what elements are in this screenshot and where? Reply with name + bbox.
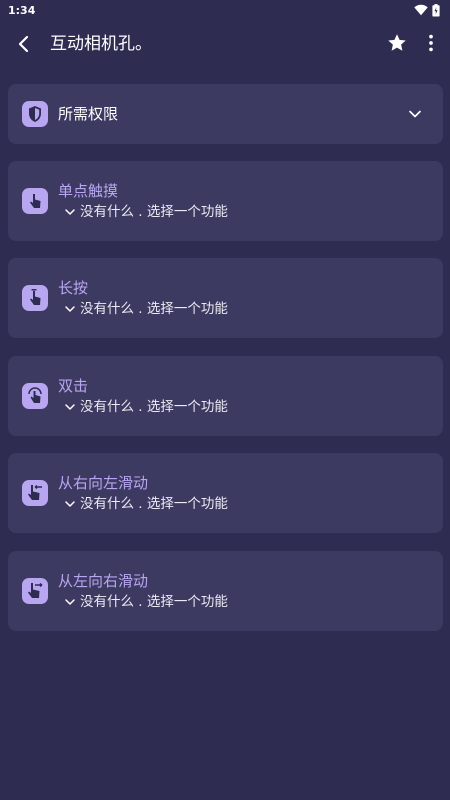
single-tap-icon <box>22 188 48 214</box>
gesture-card-long-press[interactable]: 长按 没有什么 . 选择一个功能 <box>8 258 443 338</box>
more-options-icon[interactable] <box>420 32 442 54</box>
gesture-card-double-tap[interactable]: 双击 没有什么 . 选择一个功能 <box>8 356 443 436</box>
gesture-label: 长按 <box>58 279 89 297</box>
chevron-down-icon[interactable] <box>405 104 425 124</box>
page-title: 互动相机孔。 <box>50 34 152 54</box>
gesture-action-selector[interactable]: 没有什么 . 选择一个功能 <box>62 494 228 514</box>
gesture-action-text: 没有什么 . 选择一个功能 <box>80 496 228 512</box>
gesture-action-text: 没有什么 . 选择一个功能 <box>80 204 228 220</box>
status-icons <box>414 3 440 17</box>
chevron-down-icon <box>65 209 75 215</box>
gesture-card-single-tap[interactable]: 单点触摸 没有什么 . 选择一个功能 <box>8 161 443 241</box>
chevron-down-icon <box>65 599 75 605</box>
gesture-action-text: 没有什么 . 选择一个功能 <box>80 301 228 317</box>
required-permissions-card[interactable]: 所需权限 <box>8 84 443 144</box>
gesture-action-selector[interactable]: 没有什么 . 选择一个功能 <box>62 397 228 417</box>
status-bar: 1:34 <box>0 0 450 20</box>
gesture-action-selector[interactable]: 没有什么 . 选择一个功能 <box>62 592 228 612</box>
gesture-action-selector[interactable]: 没有什么 . 选择一个功能 <box>62 299 228 319</box>
back-arrow-icon[interactable] <box>12 32 36 56</box>
chevron-down-icon <box>65 404 75 410</box>
gesture-label: 单点触摸 <box>58 182 119 200</box>
status-time: 1:34 <box>8 3 36 17</box>
gesture-label: 双击 <box>58 377 89 395</box>
long-press-icon <box>22 285 48 311</box>
chevron-down-icon <box>65 501 75 507</box>
permissions-label: 所需权限 <box>58 105 119 123</box>
star-icon[interactable] <box>386 32 408 54</box>
gesture-card-swipe-right-to-left[interactable]: 从右向左滑动 没有什么 . 选择一个功能 <box>8 453 443 533</box>
chevron-down-icon <box>65 306 75 312</box>
gesture-action-text: 没有什么 . 选择一个功能 <box>80 399 228 415</box>
gesture-label: 从右向左滑动 <box>58 474 149 492</box>
app-bar: 互动相机孔。 <box>0 20 450 68</box>
wifi-icon <box>414 4 428 16</box>
gesture-label: 从左向右滑动 <box>58 572 149 590</box>
swipe-left-icon <box>22 480 48 506</box>
gesture-action-selector[interactable]: 没有什么 . 选择一个功能 <box>62 202 228 222</box>
gesture-card-swipe-left-to-right[interactable]: 从左向右滑动 没有什么 . 选择一个功能 <box>8 551 443 631</box>
double-tap-icon <box>22 383 48 409</box>
battery-icon <box>432 3 440 16</box>
shield-icon <box>22 101 48 127</box>
swipe-right-icon <box>22 578 48 604</box>
gesture-action-text: 没有什么 . 选择一个功能 <box>80 594 228 610</box>
